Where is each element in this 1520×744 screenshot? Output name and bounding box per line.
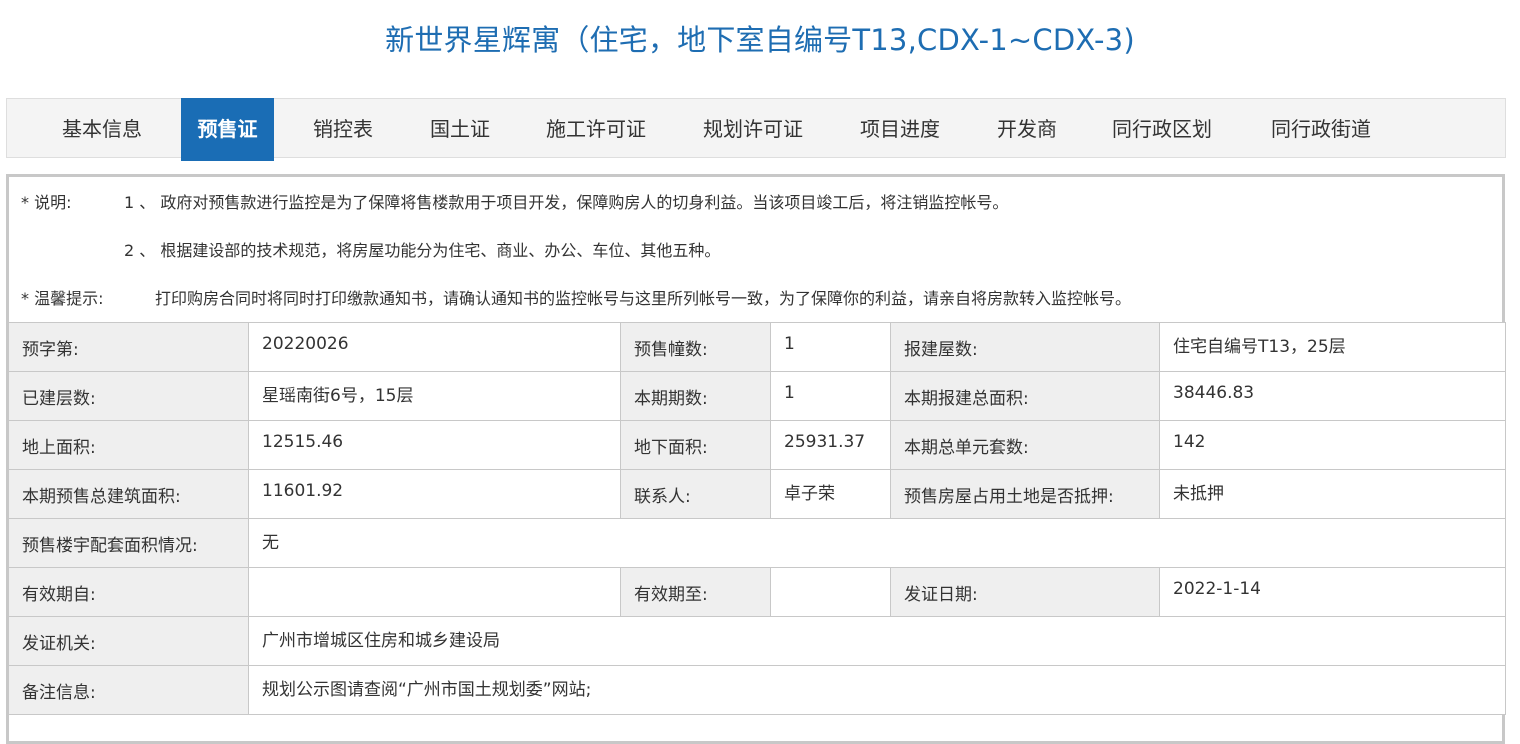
reported-floors-value: 住宅自编号T13，25层 [1159, 322, 1506, 372]
tab-project-progress[interactable]: 项目进度 [845, 98, 955, 161]
issue-date-value: 2022-1-14 [1159, 567, 1506, 617]
table-row: 预售楼宇配套面积情况: 无 [8, 518, 1506, 568]
presale-number-label: 预字第: [8, 322, 249, 372]
tab-land-certificate[interactable]: 国土证 [415, 98, 505, 161]
total-reported-area-label: 本期报建总面积: [890, 371, 1160, 421]
explain-label: * 说明: [21, 193, 72, 212]
reported-floors-label: 报建屋数: [890, 322, 1160, 372]
table-row: 本期预售总建筑面积: 11601.92 联系人: 卓子荣 预售房屋占用土地是否抵… [8, 469, 1506, 519]
table-row: 备注信息: 规划公示图请查阅“广州市国土规划委”网站; [8, 665, 1506, 715]
page-title: 新世界星辉寓（住宅，地下室自编号T13,CDX-1~CDX-3) [385, 23, 1135, 57]
land-mortgage-label: 预售房屋占用土地是否抵押: [890, 469, 1160, 519]
tab-basic-info[interactable]: 基本信息 [45, 98, 159, 161]
tab-sales-control[interactable]: 销控表 [298, 98, 388, 161]
tip-label: * 温馨提示: [21, 289, 104, 308]
tab-presale-permit[interactable]: 预售证 [181, 98, 274, 161]
supporting-area-value: 无 [248, 518, 1506, 568]
phase-count-value: 1 [770, 371, 891, 421]
issuing-authority-label: 发证机关: [8, 616, 249, 666]
table-row: 有效期自: 有效期至: 发证日期: 2022-1-14 [8, 567, 1506, 617]
tab-bar: 基本信息 预售证 销控表 国土证 施工许可证 规划许可证 项目进度 开发商 同行… [6, 98, 1506, 161]
remarks-label: 备注信息: [8, 665, 249, 715]
above-ground-area-label: 地上面积: [8, 420, 249, 470]
presale-buildings-label: 预售幢数: [620, 322, 771, 372]
presale-buildings-value: 1 [770, 322, 891, 372]
issue-date-label: 发证日期: [890, 567, 1160, 617]
tab-same-district[interactable]: 同行政区划 [1099, 98, 1225, 161]
built-floors-label: 已建层数: [8, 371, 249, 421]
tab-planning-permit[interactable]: 规划许可证 [688, 98, 818, 161]
total-units-label: 本期总单元套数: [890, 420, 1160, 470]
presale-floor-area-value: 11601.92 [248, 469, 621, 519]
supporting-area-label: 预售楼宇配套面积情况: [8, 518, 249, 568]
tab-developer[interactable]: 开发商 [982, 98, 1072, 161]
valid-to-value [770, 567, 891, 617]
presale-number-value: 20220026 [248, 322, 621, 372]
explain-line-2: 2 、 根据建设部的技术规范，将房屋功能分为住宅、商业、办公、车位、其他五种。 [124, 241, 721, 260]
valid-from-label: 有效期自: [8, 567, 249, 617]
contact-person-label: 联系人: [620, 469, 771, 519]
table-row: 预字第: 20220026 预售幢数: 1 报建屋数: 住宅自编号T13，25层 [8, 322, 1506, 372]
explain-line-1: 1 、 政府对预售款进行监控是为了保障将售楼款用于项目开发，保障购房人的切身利益… [124, 193, 1009, 212]
presale-floor-area-label: 本期预售总建筑面积: [8, 469, 249, 519]
built-floors-value: 星瑶南街6号，15层 [248, 371, 621, 421]
above-ground-area-value: 12515.46 [248, 420, 621, 470]
table-row: 地上面积: 12515.46 地下面积: 25931.37 本期总单元套数: 1… [8, 420, 1506, 470]
land-mortgage-value: 未抵押 [1159, 469, 1506, 519]
underground-area-label: 地下面积: [620, 420, 771, 470]
contact-person-value: 卓子荣 [770, 469, 891, 519]
tip-text: 打印购房合同时将同时打印缴款通知书，请确认通知书的监控帐号与这里所列帐号一致，为… [155, 289, 1132, 308]
table-row: 发证机关: 广州市增城区住房和城乡建设局 [8, 616, 1506, 666]
permit-info-table: 预字第: 20220026 预售幢数: 1 报建屋数: 住宅自编号T13，25层… [8, 322, 1506, 715]
tab-construction-permit[interactable]: 施工许可证 [531, 98, 661, 161]
table-row: 已建层数: 星瑶南街6号，15层 本期期数: 1 本期报建总面积: 38446.… [8, 371, 1506, 421]
remarks-value: 规划公示图请查阅“广州市国土规划委”网站; [248, 665, 1506, 715]
valid-from-value [248, 567, 621, 617]
valid-to-label: 有效期至: [620, 567, 771, 617]
phase-count-label: 本期期数: [620, 371, 771, 421]
issuing-authority-value: 广州市增城区住房和城乡建设局 [248, 616, 1506, 666]
underground-area-value: 25931.37 [770, 420, 891, 470]
total-units-value: 142 [1159, 420, 1506, 470]
total-reported-area-value: 38446.83 [1159, 371, 1506, 421]
tab-same-street[interactable]: 同行政街道 [1256, 98, 1386, 161]
